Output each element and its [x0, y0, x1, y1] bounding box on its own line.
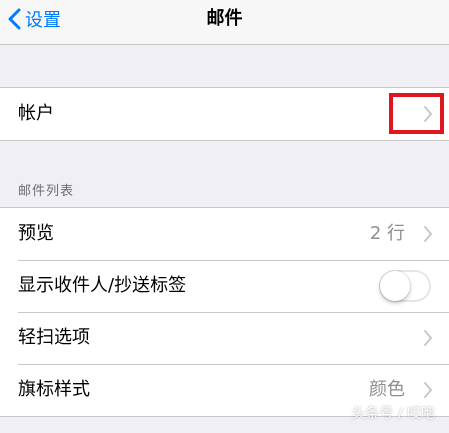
account-label: 帐户 — [18, 103, 54, 124]
account-group: 帐户 — [0, 87, 449, 141]
toggle-knob — [380, 271, 410, 301]
preview-row[interactable]: 预览 2 行 — [0, 208, 449, 260]
page-title: 邮件 — [206, 8, 243, 29]
preview-value: 2 行 — [369, 223, 405, 244]
account-row[interactable]: 帐户 — [0, 88, 449, 140]
show-to-cc-label: 显示收件人/抄送标签 — [18, 275, 187, 296]
mail-settings-screen: 设置 邮件 帐户 邮件列表 预览 2 行 显示收件人/抄送标签 轻扫选项 旗标样… — [0, 0, 449, 433]
show-to-cc-toggle[interactable] — [379, 270, 431, 302]
navigation-bar: 设置 邮件 — [0, 0, 449, 45]
preview-label: 预览 — [18, 223, 54, 244]
mail-list-group: 预览 2 行 显示收件人/抄送标签 轻扫选项 旗标样式 颜色 — [0, 207, 449, 417]
chevron-right-icon — [423, 381, 433, 399]
section-header-mail-list: 邮件列表 — [18, 184, 75, 199]
swipe-options-label: 轻扫选项 — [18, 327, 90, 348]
chevron-right-icon — [423, 329, 433, 347]
show-to-cc-row: 显示收件人/抄送标签 — [0, 260, 449, 312]
chevron-right-icon — [423, 225, 433, 243]
flag-style-label: 旗标样式 — [18, 379, 90, 400]
highlight-box — [389, 93, 444, 134]
swipe-options-row[interactable]: 轻扫选项 — [0, 312, 449, 364]
watermark: 头条号 / 哎咆 — [351, 406, 435, 422]
